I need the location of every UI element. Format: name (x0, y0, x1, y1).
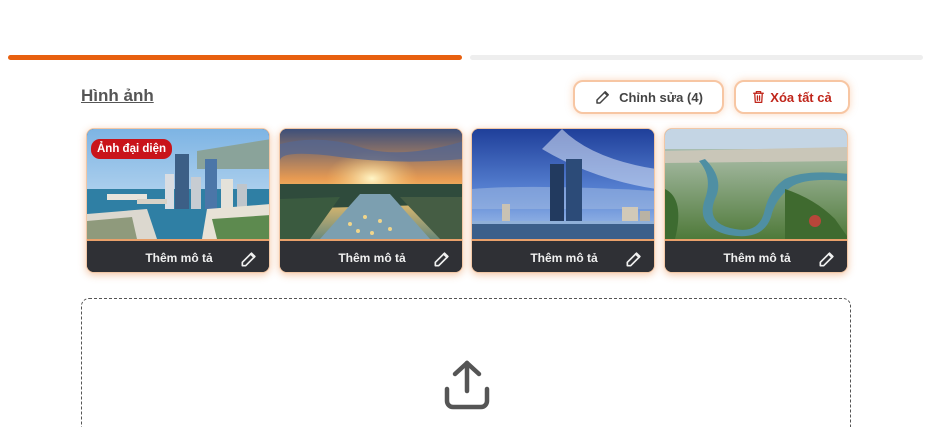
pencil-icon[interactable] (432, 249, 452, 269)
image-card[interactable]: Ảnh đại diện Thêm mô tả (86, 128, 270, 273)
aerial-river-photo (665, 129, 847, 239)
image-card[interactable]: Thêm mô tả (471, 128, 655, 273)
river-sunset-photo (280, 129, 462, 239)
pencil-icon (596, 91, 610, 104)
delete-all-button[interactable]: Xóa tất cả (734, 80, 850, 114)
section-title: Hình ảnh (81, 86, 154, 105)
add-description-label[interactable]: Thêm mô tả (723, 251, 790, 265)
caption-bar: Thêm mô tả (280, 239, 462, 272)
upload-dropzone[interactable] (81, 298, 851, 427)
pencil-icon[interactable] (817, 249, 837, 269)
edit-images-button[interactable]: Chỉnh sửa (4) (573, 80, 724, 114)
upload-icon (444, 360, 490, 410)
image-upload-page: Hình ảnh Chỉnh sửa (4) Xóa tất cả Ảnh đạ… (0, 0, 931, 427)
delete-all-label: Xóa tất cả (770, 89, 832, 105)
cover-photo-badge: Ảnh đại diện (91, 139, 172, 159)
progress-step-2 (470, 55, 923, 60)
twin-towers-photo (472, 129, 654, 239)
pencil-icon[interactable] (624, 249, 644, 269)
trash-icon (753, 90, 765, 104)
add-description-label[interactable]: Thêm mô tả (145, 251, 212, 265)
caption-bar: Thêm mô tả (472, 239, 654, 272)
image-card[interactable]: Thêm mô tả (279, 128, 463, 273)
caption-bar: Thêm mô tả (665, 239, 847, 272)
step-progress-bar (8, 55, 923, 60)
edit-images-label: Chỉnh sửa (4) (619, 89, 703, 105)
pencil-icon[interactable] (239, 249, 259, 269)
caption-bar: Thêm mô tả (87, 239, 269, 272)
add-description-label[interactable]: Thêm mô tả (530, 251, 597, 265)
progress-step-1 (8, 55, 462, 60)
image-card[interactable]: Thêm mô tả (664, 128, 848, 273)
add-description-label[interactable]: Thêm mô tả (338, 251, 405, 265)
